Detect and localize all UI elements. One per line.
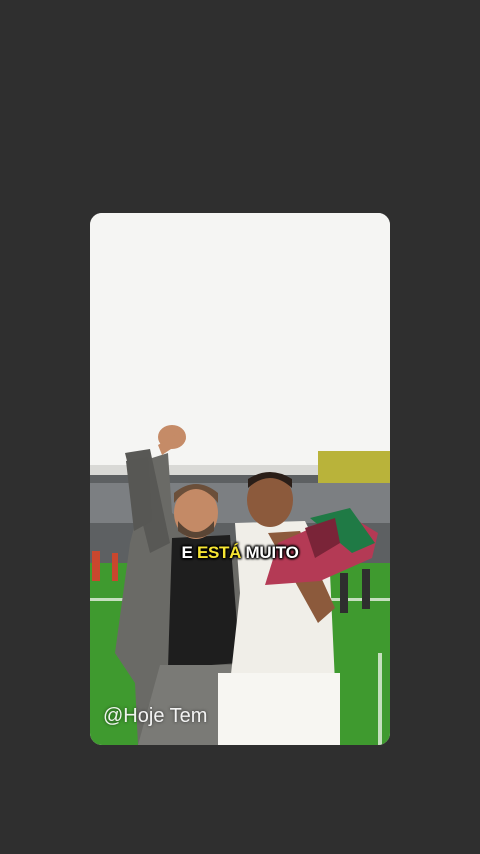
caption-text-end: MUITO (241, 543, 299, 562)
video-frame (90, 213, 390, 745)
caption-highlight-word: ESTÁ (196, 543, 242, 562)
video-card[interactable]: E ESTÁ MUITO @Hoje Tem (90, 213, 390, 745)
subtitle-caption: E ESTÁ MUITO (90, 543, 390, 563)
channel-watermark: @Hoje Tem (103, 705, 208, 727)
caption-text-start: E (181, 543, 197, 562)
